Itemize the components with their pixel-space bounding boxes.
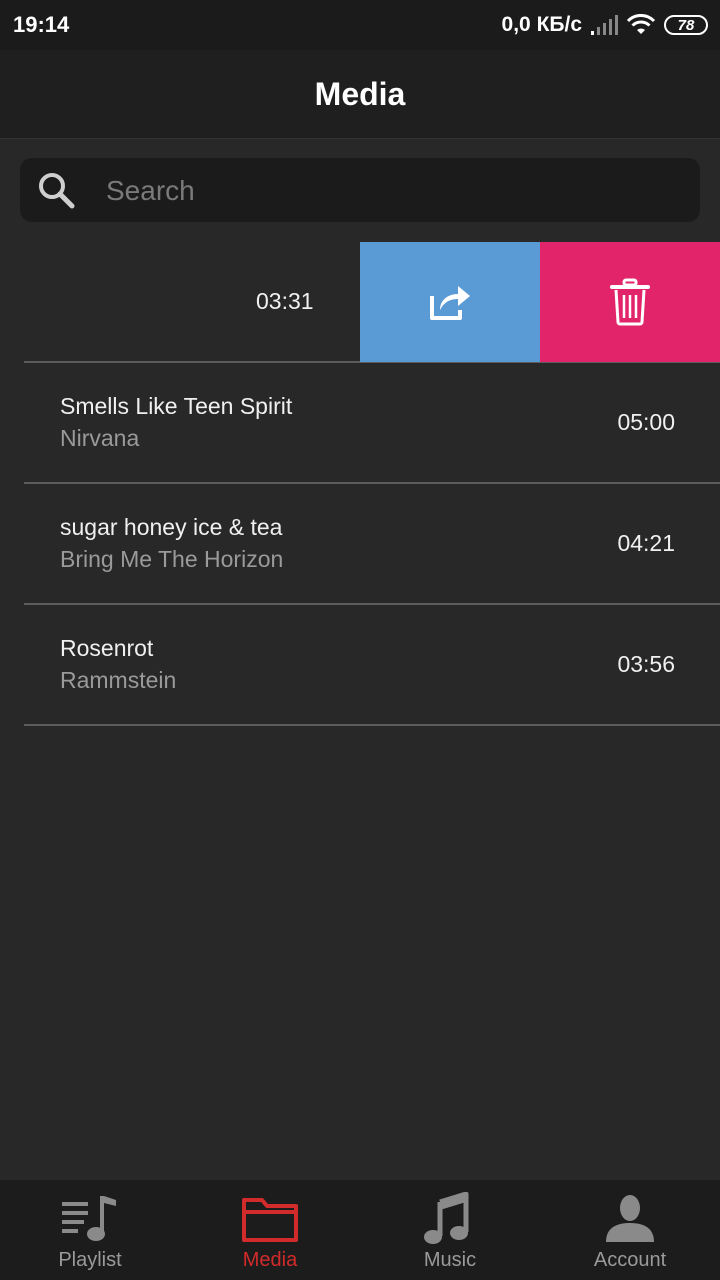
nav-label: Account [593, 1249, 667, 1271]
song-title: sugar honey ice & tea [60, 514, 283, 540]
network-speed: 0,0 КБ/с [501, 13, 582, 36]
playlist-icon [62, 1196, 116, 1241]
status-bar: 19:14 0,0 КБ/с 78 [0, 0, 720, 50]
song-title: Rosenrot [60, 635, 154, 661]
music-note-icon [424, 1192, 469, 1244]
nav-tab-media[interactable]: Media [180, 1180, 360, 1280]
bottom-navigation: Playlist Media Music Account [0, 1180, 720, 1280]
search-input[interactable] [104, 168, 688, 214]
trash-icon [610, 278, 650, 326]
song-row[interactable]: Rosenrot Rammstein 03:56 [24, 605, 720, 726]
page-title: Media [314, 75, 406, 112]
song-artist: Bring Me The Horizon [60, 546, 284, 572]
nav-label: Playlist [58, 1249, 122, 1271]
wifi-icon [626, 14, 656, 34]
delete-button[interactable] [540, 242, 720, 362]
status-indicators: 0,0 КБ/с 78 [502, 10, 708, 40]
nav-label: Music [423, 1249, 477, 1271]
song-title: Smells Like Teen Spirit [60, 393, 293, 419]
swiped-song-row[interactable]: 03:31 [24, 242, 720, 363]
song-duration: 04:21 [617, 530, 675, 556]
account-icon [606, 1195, 654, 1242]
song-row[interactable]: Smells Like Teen Spirit Nirvana 05:00 [24, 363, 720, 484]
song-artist: Nirvana [60, 425, 140, 451]
nav-label: Media [242, 1249, 298, 1271]
song-duration: 03:31 [256, 288, 314, 314]
share-button[interactable] [360, 242, 540, 362]
status-time: 19:14 [13, 12, 70, 37]
nav-tab-playlist[interactable]: Playlist [0, 1180, 180, 1280]
search-icon [39, 173, 75, 209]
song-row[interactable]: sugar honey ice & tea Bring Me The Horiz… [24, 484, 720, 605]
share-icon [430, 286, 470, 320]
battery-indicator: 78 [664, 15, 708, 35]
signal-icon [591, 15, 618, 35]
app-header: Media [0, 50, 720, 139]
song-list: 03:31 Smells Like Teen Spirit Nirvana 05… [24, 242, 720, 726]
song-duration: 03:56 [617, 651, 675, 677]
folder-icon [242, 1198, 298, 1242]
song-artist: Rammstein [60, 667, 177, 693]
song-duration: 05:00 [617, 409, 675, 435]
search-bar[interactable] [20, 158, 700, 222]
nav-tab-account[interactable]: Account [540, 1180, 720, 1280]
nav-tab-music[interactable]: Music [360, 1180, 540, 1280]
